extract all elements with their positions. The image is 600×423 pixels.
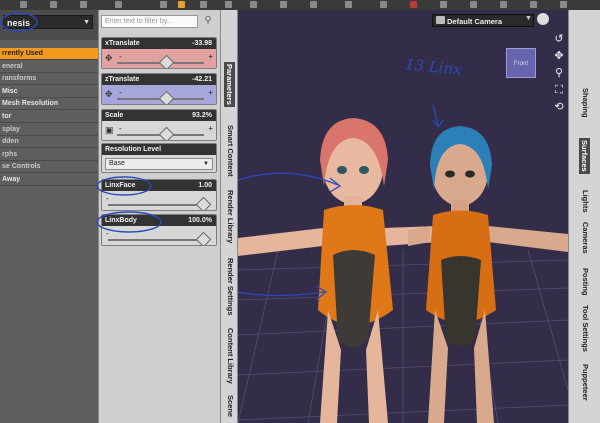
tab-content-library[interactable]: Content Library: [226, 328, 235, 384]
toolbar-icon[interactable]: [250, 1, 257, 8]
slider-knob[interactable]: [159, 54, 175, 68]
property-group-item[interactable]: rrently Used: [0, 48, 98, 60]
top-toolbar: [0, 0, 600, 10]
orbit-icon[interactable]: ↺: [553, 33, 565, 45]
minus-icon[interactable]: -: [119, 88, 122, 97]
camera-select-value: Default Camera: [447, 17, 503, 26]
toolbar-icon[interactable]: [178, 1, 185, 8]
property-group-item[interactable]: splay: [0, 124, 98, 136]
param-scale[interactable]: Scale 93.2% ▣ - +: [101, 109, 217, 141]
property-group-item[interactable]: Mesh Resolution: [0, 98, 98, 111]
toolbar-icon[interactable]: [500, 1, 507, 8]
slider-knob[interactable]: [195, 231, 212, 245]
toolbar-icon[interactable]: [380, 1, 387, 8]
tab-render-settings[interactable]: Render Settings: [226, 258, 235, 316]
param-label: Scale: [105, 112, 124, 119]
property-group-item[interactable]: Away: [0, 174, 98, 186]
toolbar-icon[interactable]: [470, 1, 477, 8]
property-group-item[interactable]: se Controls: [0, 161, 98, 174]
tab-parameters[interactable]: Parameters: [224, 62, 235, 107]
toolbar-icon[interactable]: [50, 1, 57, 8]
chevron-down-icon: ▼: [83, 19, 90, 26]
toolbar-icon[interactable]: [560, 1, 567, 8]
search-icon[interactable]: ⚲: [201, 14, 215, 28]
resolution-value: Base: [109, 160, 125, 167]
minus-icon[interactable]: -: [119, 52, 122, 61]
param-value[interactable]: 1.00: [198, 180, 212, 191]
toolbar-icon[interactable]: [280, 1, 287, 8]
slider-knob[interactable]: [195, 196, 212, 210]
property-group-item[interactable]: tor: [0, 111, 98, 123]
figure-blue-hair[interactable]: [408, 126, 568, 423]
floor-grid: [238, 249, 568, 423]
tab-scene[interactable]: Scene: [226, 395, 235, 417]
left-tab-strip: Parameters Smart Content Render Library …: [220, 10, 238, 423]
plus-icon[interactable]: +: [208, 88, 213, 97]
view-cube[interactable]: Front: [506, 48, 536, 78]
scale-icon: ▣: [105, 125, 114, 135]
param-value[interactable]: 100.0%: [188, 215, 212, 226]
param-label: zTranslate: [105, 76, 140, 83]
resolution-level: Resolution Level Base ▼: [101, 143, 217, 173]
toolbar-icon[interactable]: [345, 1, 352, 8]
tab-cameras[interactable]: Cameras: [581, 222, 590, 254]
chevron-down-icon: ▼: [203, 161, 209, 167]
toolbar-icon[interactable]: [115, 1, 122, 8]
figure-red-hair[interactable]: [238, 118, 438, 423]
annotation-circle: [96, 211, 162, 233]
toolbar-icon[interactable]: [80, 1, 87, 8]
property-group-item[interactable]: dden: [0, 136, 98, 149]
property-group-item[interactable]: rphs: [0, 149, 98, 161]
toolbar-icon[interactable]: [440, 1, 447, 8]
param-value[interactable]: -42.21: [192, 74, 212, 85]
camera-icon: [436, 16, 445, 24]
param-value[interactable]: -33.98: [192, 38, 212, 49]
toolbar-icon[interactable]: [530, 1, 537, 8]
reset-view-icon[interactable]: ⟲: [553, 101, 565, 113]
frame-icon[interactable]: ⛶: [553, 84, 565, 96]
toolbar-icon[interactable]: [310, 1, 317, 8]
tab-posting[interactable]: Posting: [581, 268, 590, 296]
pan-icon[interactable]: ✥: [553, 50, 565, 62]
tab-lights[interactable]: Lights: [581, 190, 590, 213]
param-ztranslate[interactable]: zTranslate -42.21 ✥ - +: [101, 73, 217, 105]
chevron-down-icon: ▼: [525, 15, 532, 22]
draw-style-icon[interactable]: [537, 13, 549, 25]
slider-track[interactable]: [108, 239, 204, 241]
slider-knob[interactable]: [159, 90, 175, 104]
tab-shaping[interactable]: Shaping: [581, 88, 590, 118]
resolution-select[interactable]: Base ▼: [105, 158, 213, 170]
tab-puppeteer[interactable]: Puppeteer: [581, 364, 590, 401]
resolution-label: Resolution Level: [102, 144, 216, 155]
plus-icon[interactable]: +: [208, 52, 213, 61]
tab-surfaces[interactable]: Surfaces: [579, 138, 590, 174]
tab-render-library[interactable]: Render Library: [226, 190, 235, 243]
param-xtranslate[interactable]: xTranslate -33.98 ✥ - +: [101, 37, 217, 69]
param-value[interactable]: 93.2%: [192, 110, 212, 121]
toolbar-icon[interactable]: [200, 1, 207, 8]
annotation-circle: [96, 176, 152, 196]
slider-knob[interactable]: [159, 126, 175, 140]
plus-icon[interactable]: +: [208, 124, 213, 133]
slider-track[interactable]: [108, 204, 204, 206]
annotation-circle: [0, 12, 38, 32]
minus-icon[interactable]: -: [119, 124, 122, 133]
property-group-item[interactable]: eneral: [0, 61, 98, 73]
move-icon: ✥: [105, 89, 113, 99]
toolbar-icon[interactable]: [20, 1, 27, 8]
toolbar-icon[interactable]: [160, 1, 167, 8]
property-group-item[interactable]: Misc: [0, 86, 98, 98]
toolbar-icon[interactable]: [225, 1, 232, 8]
right-tab-strip: Shaping Surfaces Lights Cameras Posting …: [568, 10, 600, 423]
tab-tool-settings[interactable]: Tool Settings: [581, 305, 590, 352]
property-group-item[interactable]: ransforms: [0, 73, 98, 86]
filter-input[interactable]: Enter text to filter by...: [101, 15, 198, 28]
camera-select[interactable]: Default Camera: [432, 14, 534, 27]
param-label: xTranslate: [105, 40, 140, 47]
tab-smart-content[interactable]: Smart Content: [226, 125, 235, 177]
toolbar-icon[interactable]: [410, 1, 417, 8]
move-icon: ✥: [105, 53, 113, 63]
zoom-icon[interactable]: ⚲: [553, 67, 565, 79]
